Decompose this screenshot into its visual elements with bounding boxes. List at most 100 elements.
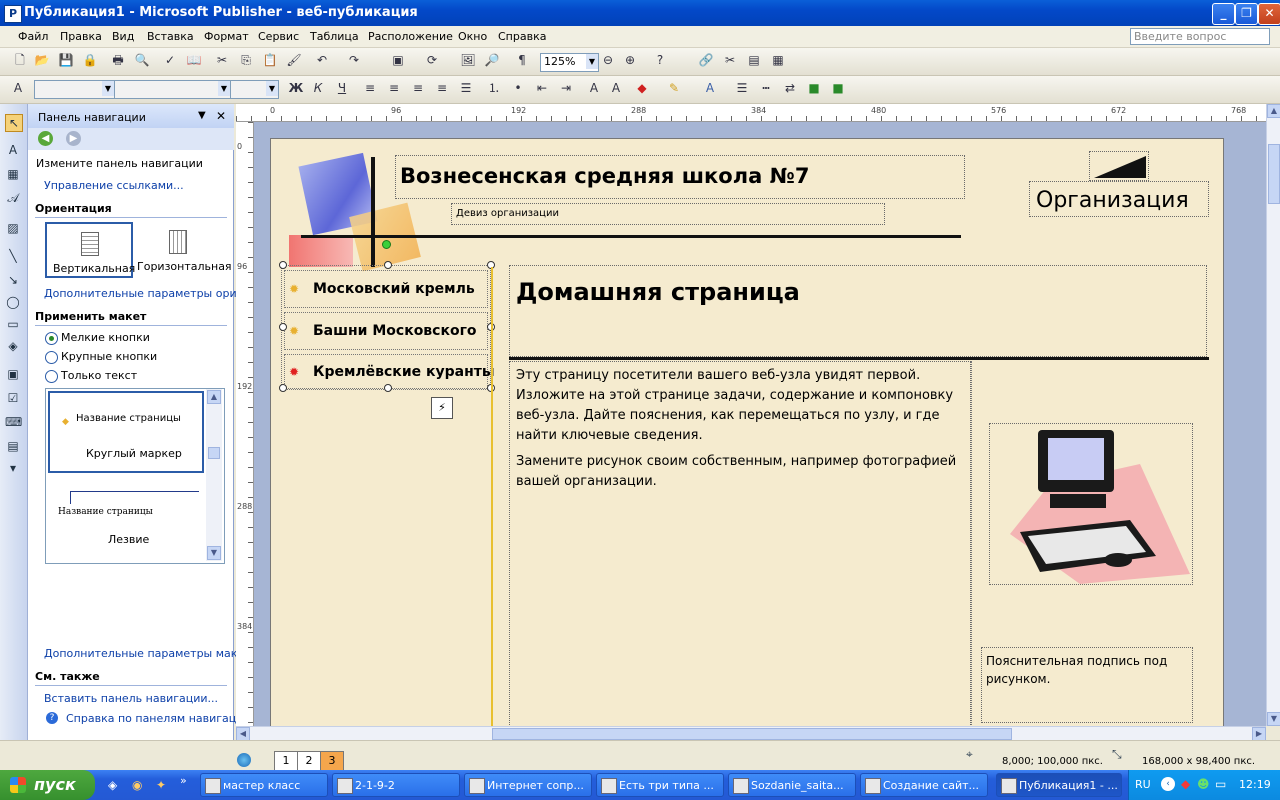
menu-edit[interactable]: Правка — [60, 30, 102, 43]
publication-workspace[interactable]: Вознесенская средняя школа №7 Девиз орга… — [254, 122, 1266, 726]
styles-icon[interactable]: A — [10, 80, 26, 96]
3d-style-icon[interactable]: ■ — [830, 80, 846, 96]
org-title-frame[interactable]: Вознесенская средняя школа №7 — [395, 155, 965, 199]
justify-icon[interactable]: ≡ — [434, 80, 450, 96]
vertical-scrollbar[interactable]: ▲ ▼ — [1266, 104, 1280, 726]
toolbar-options-icon[interactable]: ▾ — [5, 460, 21, 476]
cut-icon[interactable]: ✂ — [214, 52, 230, 68]
picture-frame[interactable] — [989, 423, 1193, 585]
quicklaunch-icon[interactable]: ✦ — [156, 778, 166, 792]
html-fragment-icon[interactable]: ⌨ — [5, 414, 22, 430]
line-style-icon[interactable]: ☰ — [734, 80, 750, 96]
fill-color-icon[interactable]: ◆ — [634, 80, 650, 96]
research-icon[interactable]: 📖 — [186, 52, 202, 68]
orient-horizontal-option[interactable]: Горизонтальная — [135, 222, 232, 278]
align-center-icon[interactable]: ≡ — [386, 80, 402, 96]
heading-frame[interactable]: Домашняя страница — [509, 265, 1207, 357]
arrow-style-icon[interactable]: ⇄ — [782, 80, 798, 96]
menu-insert[interactable]: Вставка — [147, 30, 194, 43]
wizard-icon[interactable]: ⚡ — [431, 397, 453, 419]
nav-bar-frame[interactable]: ✹ Московский кремль ✹ Башни Московского … — [281, 265, 495, 390]
redo-icon[interactable]: ↷ — [346, 52, 362, 68]
zoom-select[interactable]: 125% ▼ — [540, 53, 599, 72]
menu-arrange[interactable]: Расположение — [368, 30, 453, 43]
tray-expand-icon[interactable]: ‹ — [1161, 777, 1175, 791]
tray-network-icon[interactable]: ▭ — [1215, 777, 1226, 791]
quicklaunch-icon[interactable]: ◈ — [108, 778, 117, 792]
print-icon[interactable]: 🖶 — [110, 52, 126, 68]
scroll-thumb[interactable] — [208, 447, 220, 459]
style-list-scrollbar[interactable]: ▲ ▼ — [206, 389, 222, 561]
selection-handle[interactable] — [384, 261, 392, 269]
underline-icon[interactable]: Ч — [334, 80, 350, 96]
grow-font-icon[interactable]: A — [608, 80, 624, 96]
help-icon[interactable]: ? — [652, 52, 668, 68]
nav-button-1[interactable]: ✹ Московский кремль — [284, 270, 488, 308]
back-icon[interactable]: ◀ — [38, 131, 53, 146]
manage-links-link[interactable]: Управление ссылками... — [44, 179, 184, 192]
rectangle-tool-icon[interactable]: ▭ — [5, 316, 21, 332]
task-button[interactable]: Интернет сопр... — [464, 773, 592, 797]
radio-text-only[interactable] — [45, 370, 58, 383]
align-left-icon[interactable]: ≡ — [362, 80, 378, 96]
bullets-icon[interactable]: • — [510, 80, 526, 96]
open-icon[interactable]: 📂 — [34, 52, 50, 68]
language-indicator[interactable]: RU — [1135, 778, 1151, 791]
rotate-icon[interactable]: ⟳ — [424, 52, 440, 68]
copy-icon[interactable]: ⎘ — [238, 52, 254, 68]
arrow-tool-icon[interactable]: ↘ — [5, 272, 21, 288]
hotspot-icon[interactable]: ▣ — [5, 366, 21, 382]
scroll-down-icon[interactable]: ▼ — [1267, 712, 1280, 726]
autoshapes-icon[interactable]: ◈ — [5, 338, 21, 354]
web-preview-icon[interactable]: ▤ — [746, 52, 762, 68]
web-cut-icon[interactable]: ✂ — [722, 52, 738, 68]
maximize-button[interactable]: ❐ — [1235, 3, 1258, 25]
insert-picture-icon[interactable]: 🖼 — [460, 52, 476, 68]
menu-window[interactable]: Окно — [458, 30, 487, 43]
logo-graphic-frame[interactable] — [1089, 151, 1149, 181]
hyperlink-icon[interactable]: 🔗 — [698, 52, 714, 68]
increase-indent-icon[interactable]: ⇥ — [558, 80, 574, 96]
font-dropdown-icon[interactable]: ▼ — [218, 81, 230, 96]
horizontal-scroll-thumb[interactable] — [492, 728, 1012, 740]
form-control-icon[interactable]: ☑ — [5, 390, 21, 406]
wordart-icon[interactable]: 𝒜 — [5, 190, 21, 206]
save-icon[interactable]: 💾 — [58, 52, 74, 68]
scroll-up-icon[interactable]: ▲ — [1267, 104, 1280, 118]
spelling-icon[interactable]: ✓ — [162, 52, 178, 68]
layout-more-link[interactable]: Дополнительные параметры макета — [44, 647, 257, 660]
shadow-style-icon[interactable]: ■ — [806, 80, 822, 96]
shrink-font-icon[interactable]: A — [586, 80, 602, 96]
web-globe-icon[interactable] — [237, 753, 251, 767]
format-painter-icon[interactable]: 🖌 — [286, 52, 302, 68]
zoom-in-icon[interactable]: ⊕ — [622, 52, 638, 68]
insert-nav-link[interactable]: Вставить панель навигации... — [44, 692, 218, 705]
zoom-picture-icon[interactable]: 🔎 — [484, 52, 500, 68]
style-blade[interactable]: Название страницы Лезвие — [48, 481, 204, 561]
italic-icon[interactable]: К — [310, 80, 326, 96]
nav-help-link[interactable]: Справка по панелям навигации — [66, 712, 251, 725]
distribute-icon[interactable]: ☰ — [458, 80, 474, 96]
start-button[interactable]: пуск — [0, 770, 95, 800]
decrease-indent-icon[interactable]: ⇤ — [534, 80, 550, 96]
font-color-icon[interactable]: A — [702, 80, 718, 96]
close-button[interactable]: ✕ — [1258, 3, 1280, 25]
radio-large-buttons[interactable] — [45, 351, 58, 364]
insert-table-icon[interactable]: ▦ — [5, 166, 21, 182]
style-dropdown-icon[interactable]: ▼ — [102, 81, 114, 96]
body-text-frame[interactable]: Эту страницу посетители вашего веб-узла … — [509, 361, 971, 726]
oval-tool-icon[interactable]: ◯ — [5, 294, 21, 310]
new-icon[interactable]: 🗋 — [12, 52, 28, 68]
lock-icon[interactable]: 🔒 — [82, 52, 98, 68]
task-button[interactable]: Есть три типа ... — [596, 773, 724, 797]
paste-icon[interactable]: 📋 — [262, 52, 278, 68]
bring-forward-icon[interactable]: ▣ — [390, 52, 406, 68]
tray-app-icon[interactable]: ☻ — [1197, 777, 1210, 791]
scroll-left-icon[interactable]: ◀ — [236, 727, 250, 741]
selection-handle[interactable] — [279, 261, 287, 269]
caption-frame[interactable]: Пояснительная подпись под рисунком. — [981, 647, 1193, 723]
scroll-up-icon[interactable]: ▲ — [207, 390, 221, 404]
menu-table[interactable]: Таблица — [310, 30, 359, 43]
rotation-handle[interactable] — [382, 240, 391, 249]
menu-format[interactable]: Формат — [204, 30, 249, 43]
